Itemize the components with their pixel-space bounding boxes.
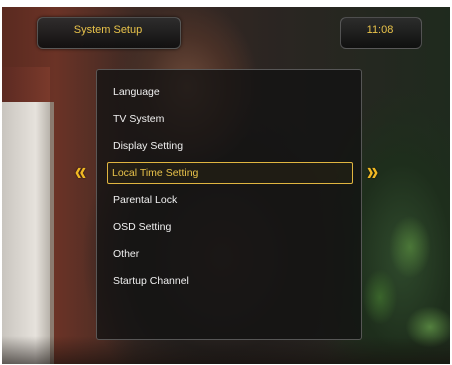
menu-item-startup-channel[interactable]: Startup Channel xyxy=(113,271,189,291)
background-door xyxy=(2,102,54,364)
clock-time: 11:08 xyxy=(366,24,394,36)
menu-item-local-time-setting[interactable]: Local Time Setting xyxy=(107,162,353,184)
menu-item-osd-setting[interactable]: OSD Setting xyxy=(113,217,171,237)
settings-menu: Language TV System Display Setting Local… xyxy=(96,69,362,340)
menu-item-tv-system[interactable]: TV System xyxy=(113,109,164,129)
menu-item-language[interactable]: Language xyxy=(113,82,160,102)
chevron-left-icon[interactable]: « xyxy=(75,158,87,184)
menu-item-display-setting[interactable]: Display Setting xyxy=(113,136,183,156)
chevron-right-icon[interactable]: » xyxy=(367,158,379,184)
menu-item-other[interactable]: Other xyxy=(113,244,139,264)
menu-item-parental-lock[interactable]: Parental Lock xyxy=(113,190,177,210)
page-title: System Setup xyxy=(73,24,143,36)
background-shadow xyxy=(2,336,450,364)
